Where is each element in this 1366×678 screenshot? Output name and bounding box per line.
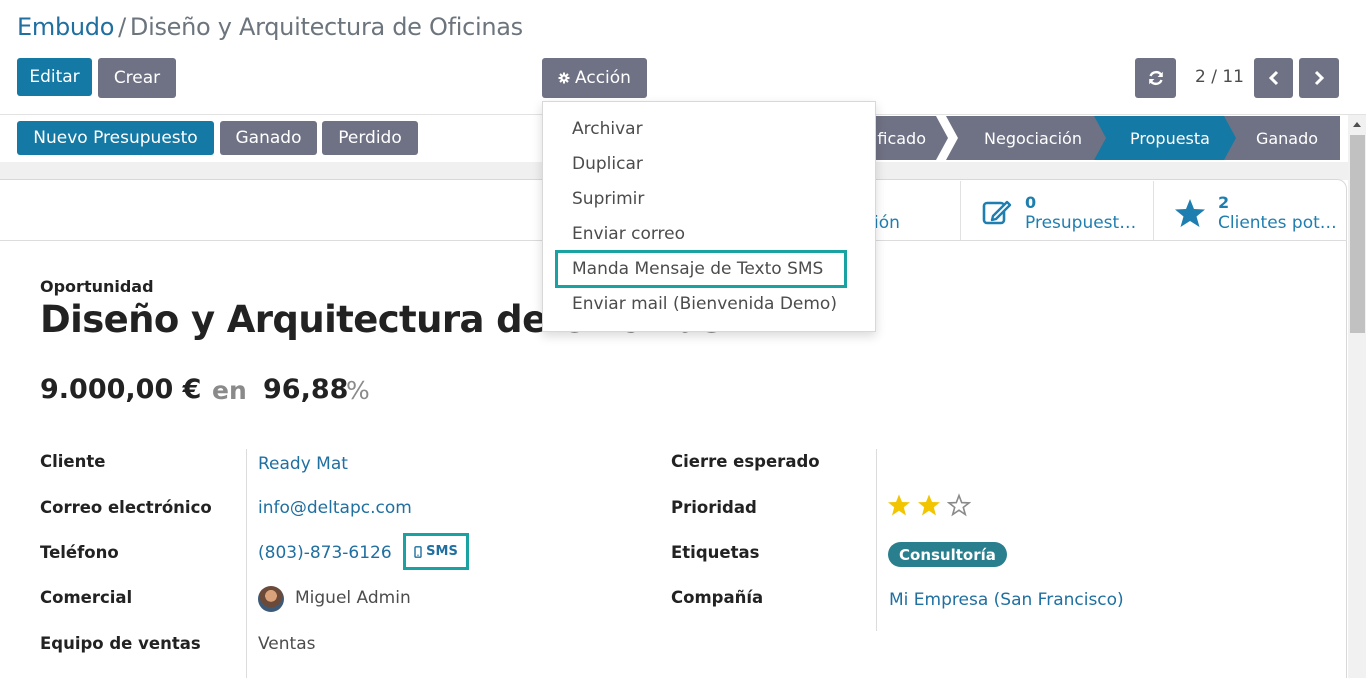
- star-icon: [1175, 199, 1205, 227]
- action-button-label: Acción: [575, 68, 631, 88]
- probability-value[interactable]: 96,88: [263, 374, 348, 405]
- avatar: [258, 586, 284, 612]
- customer-label: Cliente: [40, 452, 106, 471]
- salesperson-value[interactable]: Miguel Admin: [295, 588, 411, 608]
- menu-item-delete[interactable]: Suprimir: [572, 189, 644, 209]
- email-label: Correo electrónico: [40, 498, 212, 517]
- star-filled-icon[interactable]: [887, 493, 911, 517]
- sales-team-value[interactable]: Ventas: [258, 634, 315, 654]
- menu-item-archive[interactable]: Archivar: [572, 119, 643, 139]
- record-type-label: Oportunidad: [40, 277, 154, 296]
- action-button[interactable]: Acción: [542, 58, 647, 98]
- priority-stars[interactable]: [887, 493, 971, 517]
- at-label: en: [212, 376, 247, 405]
- prospects-label: Clientes pot…: [1218, 213, 1337, 233]
- chevron-right-icon: [1314, 70, 1325, 86]
- left-group-separator: [246, 449, 247, 678]
- stage-pipeline: ificado Negociación Propuesta Ganado: [848, 116, 1340, 160]
- star-empty-icon[interactable]: [947, 493, 971, 517]
- gear-icon: [558, 72, 570, 84]
- stage-negociacion[interactable]: Negociación: [946, 116, 1108, 160]
- stage-ganado[interactable]: Ganado: [1224, 116, 1340, 160]
- mobile-phone-icon: [414, 545, 422, 558]
- mark-lost-button[interactable]: Perdido: [322, 121, 418, 155]
- new-quotation-button[interactable]: Nuevo Presupuesto: [17, 121, 214, 155]
- previous-record-button[interactable]: [1254, 58, 1293, 98]
- breadcrumb-current: Diseño y Arquitectura de Oficinas: [129, 13, 523, 41]
- mark-won-button[interactable]: Ganado: [220, 121, 317, 155]
- menu-item-duplicate[interactable]: Duplicar: [572, 154, 643, 174]
- refresh-button[interactable]: [1135, 58, 1176, 98]
- send-sms-button[interactable]: SMS: [403, 533, 469, 570]
- percent-sign: %: [346, 376, 370, 405]
- right-group-separator: [876, 449, 877, 631]
- quotations-label: Presupuest…: [1025, 213, 1137, 233]
- phone-link[interactable]: (803)-873-6126: [258, 543, 392, 563]
- smart-button-quotations[interactable]: 0 Presupuest…: [960, 181, 1154, 240]
- pager-value[interactable]: 2 / 11: [1195, 67, 1244, 87]
- breadcrumb: Embudo / Diseño y Arquitectura de Oficinas: [17, 13, 523, 41]
- menu-item-welcome-mail[interactable]: Enviar mail (Bienvenida Demo): [572, 294, 837, 314]
- create-button[interactable]: Crear: [98, 58, 176, 98]
- email-link[interactable]: info@deltapc.com: [258, 498, 412, 518]
- action-dropdown-menu: Archivar Duplicar Suprimir Enviar correo…: [542, 101, 876, 332]
- sms-label: SMS: [426, 544, 458, 559]
- company-label: Compañía: [671, 588, 764, 607]
- scroll-up-arrow[interactable]: [1353, 122, 1361, 127]
- refresh-icon: [1148, 70, 1163, 86]
- menu-item-send-email[interactable]: Enviar correo: [572, 224, 685, 244]
- edit-document-icon: [982, 200, 1012, 225]
- priority-label: Prioridad: [671, 498, 757, 517]
- sales-team-label: Equipo de ventas: [40, 634, 201, 653]
- tags-label: Etiquetas: [671, 543, 760, 562]
- quotations-count: 0: [1025, 193, 1037, 212]
- prospects-count: 2: [1218, 193, 1230, 212]
- chevron-left-icon: [1268, 70, 1278, 86]
- company-link[interactable]: Mi Empresa (San Francisco): [889, 590, 1124, 610]
- smart-button-meetings-label: ión: [874, 213, 900, 233]
- breadcrumb-parent-link[interactable]: Embudo: [17, 13, 114, 41]
- breadcrumb-separator: /: [118, 13, 126, 41]
- edit-button[interactable]: Editar: [17, 58, 92, 96]
- salesperson-label: Comercial: [40, 588, 133, 607]
- phone-label: Teléfono: [40, 543, 119, 562]
- expected-revenue[interactable]: 9.000,00 €: [40, 374, 201, 405]
- customer-link[interactable]: Ready Mat: [258, 454, 348, 474]
- scrollbar-thumb[interactable]: [1350, 135, 1365, 333]
- smart-button-prospects[interactable]: 2 Clientes pot…: [1153, 181, 1347, 240]
- next-record-button[interactable]: [1299, 58, 1339, 98]
- tag-badge[interactable]: Consultoría: [888, 542, 1007, 567]
- stage-propuesta[interactable]: Propuesta: [1094, 116, 1238, 160]
- star-filled-icon[interactable]: [917, 493, 941, 517]
- menu-item-send-sms[interactable]: Manda Mensaje de Texto SMS: [572, 259, 823, 279]
- expected-closing-label: Cierre esperado: [671, 452, 820, 471]
